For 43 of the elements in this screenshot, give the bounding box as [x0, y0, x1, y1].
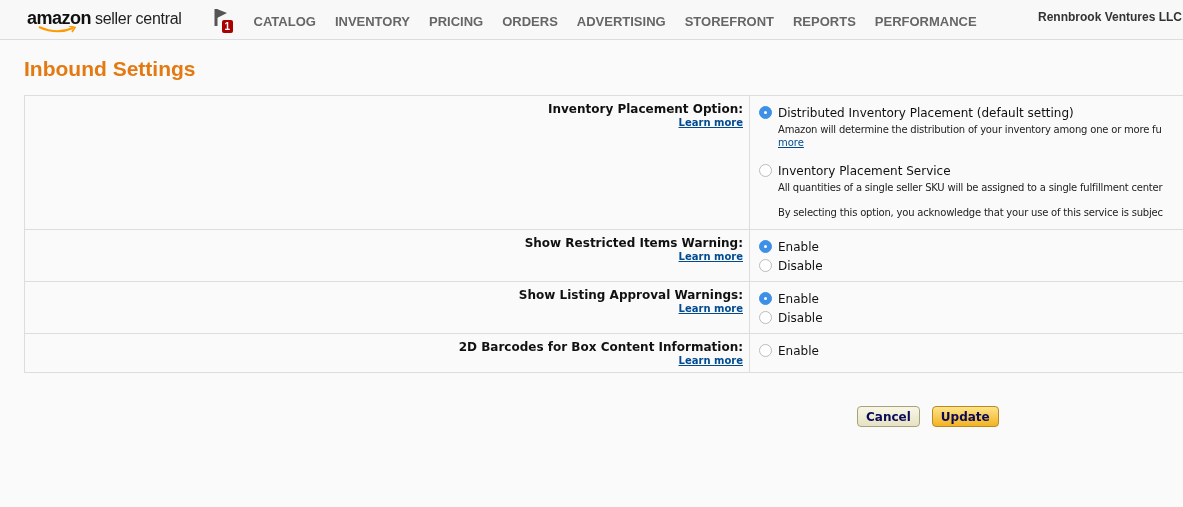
- nav-link[interactable]: STOREFRONT: [684, 10, 774, 29]
- option-label: Enable: [778, 343, 819, 358]
- option-label: Distributed Inventory Placement (default setting): [778, 105, 1074, 120]
- nav-link[interactable]: PERFORMANCE: [874, 10, 977, 29]
- learn-more-link[interactable]: Learn more: [678, 303, 743, 314]
- cancel-button[interactable]: Cancel: [857, 406, 920, 427]
- radio-button[interactable]: [759, 311, 772, 324]
- learn-more-link[interactable]: Learn more: [678, 117, 743, 128]
- nav-link[interactable]: CATALOG: [253, 10, 316, 29]
- radio-button[interactable]: [759, 259, 772, 272]
- logo-brand: amazon: [27, 8, 92, 29]
- option-label: Enable: [778, 291, 819, 306]
- option-label: Disable: [778, 310, 823, 325]
- learn-more-link[interactable]: Learn more: [678, 355, 743, 366]
- setting-label: 2D Barcodes for Box Content Information:: [458, 340, 743, 354]
- setting-label: Show Restricted Items Warning:: [524, 236, 743, 250]
- option-label: Inventory Placement Service: [778, 163, 951, 178]
- option-description: By selecting this option, you acknowledge that your use of this service is subjec: [778, 206, 1164, 219]
- logo-product: seller central: [95, 10, 182, 28]
- option-label: Enable: [778, 239, 819, 254]
- update-button[interactable]: Update: [931, 406, 999, 427]
- nav-link[interactable]: INVENTORY: [334, 10, 410, 29]
- nav-link[interactable]: ADVERTISING: [576, 10, 666, 29]
- radio-button[interactable]: [759, 292, 772, 305]
- nav-link[interactable]: ORDERS: [502, 10, 558, 29]
- account-name[interactable]: Rennbrook Ventures LLC: [1037, 9, 1182, 30]
- setting-label: Inventory Placement Option:: [548, 102, 743, 116]
- nav-link[interactable]: PRICING: [429, 10, 484, 29]
- learn-more-link[interactable]: Learn more: [678, 251, 743, 262]
- option-description: Amazon will determine the distribution of your inventory among one or more fu: [778, 123, 1163, 136]
- page-title: Inbound Settings: [24, 57, 197, 81]
- smile-icon: [37, 26, 77, 34]
- logo[interactable]: amazon seller central: [27, 8, 182, 35]
- more-link[interactable]: more: [778, 136, 804, 149]
- option-label: Disable: [778, 258, 823, 273]
- radio-button[interactable]: [759, 106, 772, 119]
- radio-button[interactable]: [759, 164, 772, 177]
- radio-button[interactable]: [759, 344, 772, 357]
- radio-button[interactable]: [759, 240, 772, 253]
- nav-link[interactable]: REPORTS: [793, 10, 856, 29]
- notification-badge: 1: [221, 19, 234, 33]
- option-description: All quantities of a single seller SKU will be assigned to a single fulfillment center: [778, 181, 1164, 194]
- setting-label: Show Listing Approval Warnings:: [518, 288, 743, 302]
